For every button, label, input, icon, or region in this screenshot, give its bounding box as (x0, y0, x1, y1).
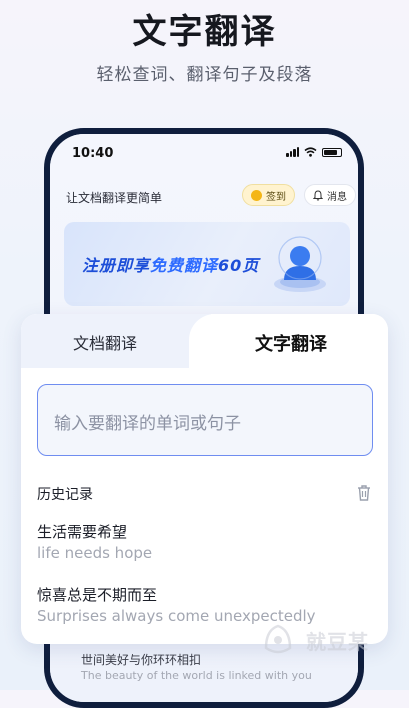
tab-document-translate[interactable]: 文档翻译 (73, 330, 137, 354)
history-title: 历史记录 (37, 487, 93, 503)
translate-input[interactable]: 输入要翻译的单词或句子 (37, 384, 373, 456)
messages-label: 消息 (327, 191, 347, 203)
status-icons (286, 147, 342, 157)
promo-subtitle: 轻松查词、翻译句子及段落 (96, 65, 313, 85)
watermark-text: 就豆某 (306, 629, 369, 654)
banner-text: 注册即享免费翻译60页 (82, 256, 260, 275)
user-illustration-icon (274, 236, 326, 292)
tab-text-translate[interactable]: 文字翻译 (255, 330, 327, 356)
translate-card: 文档翻译 文字翻译 输入要翻译的单词或句子 历史记录 生活需要希望 life n… (21, 314, 388, 644)
history-item-source[interactable]: 惊喜总是不期而至 (37, 584, 157, 605)
app-title: 让文档翻译更简单 (66, 191, 163, 205)
input-placeholder: 输入要翻译的单词或句子 (54, 414, 241, 434)
history-item-source[interactable]: 生活需要希望 (37, 521, 127, 542)
signal-icon (286, 147, 299, 157)
checkin-label: 签到 (266, 191, 286, 203)
watermark: 就豆某 (258, 620, 369, 660)
watermark-logo-icon (264, 624, 292, 654)
tab-bar: 文档翻译 文字翻译 (21, 314, 388, 368)
promo-title: 文字翻译 (132, 12, 277, 52)
checkin-button[interactable]: 签到 (242, 184, 295, 206)
status-time: 10:40 (72, 146, 114, 161)
promo-banner[interactable]: 注册即享免费翻译60页 (64, 222, 350, 306)
coin-icon (251, 189, 262, 201)
wifi-icon (304, 147, 317, 157)
history-item-source[interactable]: 世间美好与你环环相扣 (81, 651, 201, 668)
history-item-translation: life needs hope (37, 544, 153, 562)
bell-icon (313, 189, 323, 201)
messages-button[interactable]: 消息 (304, 184, 356, 206)
battery-icon (322, 147, 342, 157)
history-item-translation: The beauty of the world is linked with y… (81, 669, 312, 682)
trash-icon[interactable] (356, 484, 372, 502)
